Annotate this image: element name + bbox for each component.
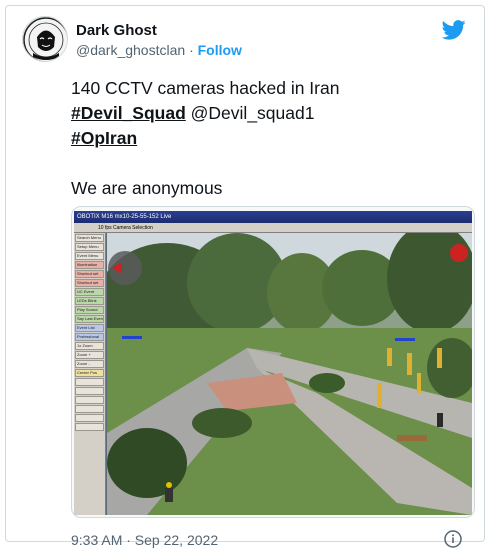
hashtag-devil-squad[interactable]: #Devil_Squad (71, 103, 186, 123)
camera-menu-button: Play Sound (75, 306, 104, 314)
camera-menu-button (75, 423, 104, 431)
tweet-text: 140 CCTV cameras hacked in Iran #Devil_S… (71, 76, 471, 201)
mention-devil-squad1[interactable]: @Devil_squad1 (191, 103, 315, 123)
hashtag-opiran[interactable]: #OpIran (71, 128, 137, 148)
info-icon[interactable] (444, 530, 462, 548)
follow-button[interactable]: Follow (198, 42, 242, 58)
camera-menu-button (75, 387, 104, 395)
camera-menu-button (75, 405, 104, 413)
camera-sidebar-menu: Search Menu Setup Menu Event Menu Illuminat… (74, 233, 106, 515)
tweet-card[interactable]: Dark Ghost @dark_ghostclan · Follow 140 … (5, 5, 485, 548)
author-handle[interactable]: @dark_ghostclan (76, 42, 185, 58)
anonymous-mask-icon (23, 17, 67, 61)
camera-menu-button: Event List (75, 324, 104, 332)
camera-menu-button: Zoom - (75, 360, 104, 368)
camera-toolbar: 10 fps Camera Selection (74, 223, 472, 233)
tweet-line-1: 140 CCTV cameras hacked in Iran (71, 78, 340, 98)
author-handle-row: @dark_ghostclan · Follow (76, 42, 242, 58)
author-name[interactable]: Dark Ghost (76, 22, 157, 39)
camera-menu-button: Event Menu (75, 252, 104, 260)
cctv-screenshot: OBOTIX M16 mx10-25-55-152 Live 10 fps Ca… (74, 211, 472, 515)
camera-menu-button: 1x Zoom (75, 342, 104, 350)
camera-menu-button: Search Menu (75, 234, 104, 242)
camera-menu-button: Setup Menu (75, 243, 104, 251)
camera-menu-button: LEDs Blink (75, 297, 104, 305)
park-camera-view (107, 233, 472, 515)
tweet-line-4: We are anonymous (71, 178, 223, 198)
camera-title-bar: OBOTIX M16 mx10-25-55-152 Live (74, 211, 472, 223)
camera-menu-button: UC Event (75, 288, 104, 296)
camera-menu-button (75, 414, 104, 422)
tweet-line-2: #Devil_Squad @Devil_squad1 (71, 101, 471, 126)
camera-menu-button: Zoom + (75, 351, 104, 359)
twitter-bird-icon[interactable] (442, 20, 466, 40)
camera-menu-button: Professional (75, 333, 104, 341)
camera-menu-button (75, 396, 104, 404)
camera-menu-button: Say Last Event (75, 315, 104, 323)
tweet-line-3: #OpIran (71, 126, 471, 151)
camera-menu-button (75, 378, 104, 386)
camera-menu-button: Illumination (75, 261, 104, 269)
camera-menu-button: Shortcut set (75, 279, 104, 287)
camera-menu-button: Center Pos (75, 369, 104, 377)
separator-dot: · (189, 42, 194, 58)
avatar[interactable] (22, 16, 68, 62)
tweet-media-image[interactable]: OBOTIX M16 mx10-25-55-152 Live 10 fps Ca… (71, 206, 475, 518)
tweet-timestamp[interactable]: 9:33 AM · Sep 22, 2022 (71, 532, 218, 548)
camera-menu-button: Shortcut set (75, 270, 104, 278)
